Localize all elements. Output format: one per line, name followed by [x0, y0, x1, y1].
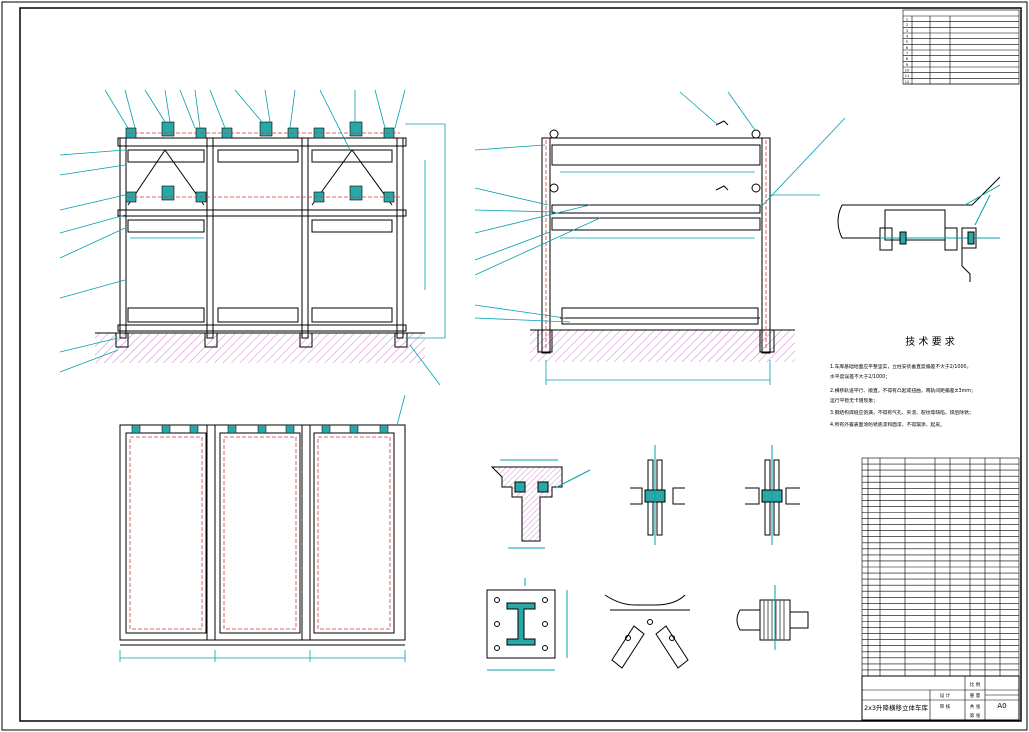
table-row-number: 5: [906, 40, 908, 44]
cad-drawing-sheet: 技 术 要 求 1.车库基础地面应平整坚实，立柱安装垂直度偏差不大于2/1000…: [1, 1, 1028, 731]
ground-hatch: [95, 333, 425, 363]
title-cell: 共 张: [970, 703, 981, 710]
table-row-number: 2: [906, 23, 908, 27]
table-row-number: 11: [905, 74, 909, 78]
sheet-size: A0: [997, 702, 1006, 710]
tech-req-line: 4.所有外露表面涂防锈底漆和面漆，不得漏涂、起皮。: [830, 421, 945, 428]
title-cell: 比 例: [970, 681, 981, 688]
drawing-title: 2x3升降横移立体车库: [864, 703, 929, 712]
tech-req-line: 水平度误差不大于2/1000；: [830, 373, 890, 380]
table-row-number: 1: [906, 17, 908, 21]
table-row-number: 7: [906, 51, 908, 55]
tech-req-line: 运行平稳无卡阻现象；: [830, 397, 878, 404]
tech-req-line: 2.横移轨道平行、顺直，不得有凸起或扭曲，两轨间距偏差±3mm；: [830, 387, 976, 394]
table-row-number: 10: [905, 68, 909, 72]
table-row-number: 6: [906, 46, 908, 50]
ground-hatch-side: [530, 330, 795, 362]
title-cell: 审 核: [940, 703, 951, 710]
tech-requirements-heading: 技 术 要 求: [905, 335, 955, 348]
table-row-number: 8: [906, 57, 908, 61]
tech-req-line: 3.钢结构焊缝应饱满，不得有气孔、夹渣、裂纹等缺陷，焊后除锈；: [830, 409, 974, 416]
table-row-number: 3: [906, 29, 908, 33]
table-row-number: 12: [905, 80, 909, 84]
tech-req-line: 1.车库基础地面应平整坚实，立柱安装垂直度偏差不大于2/1000，: [830, 363, 971, 370]
title-cell: 设 计: [940, 692, 951, 699]
table-row-number: 9: [906, 63, 908, 67]
title-cell: 重 量: [970, 692, 981, 699]
title-cell: 第 张: [970, 712, 981, 719]
